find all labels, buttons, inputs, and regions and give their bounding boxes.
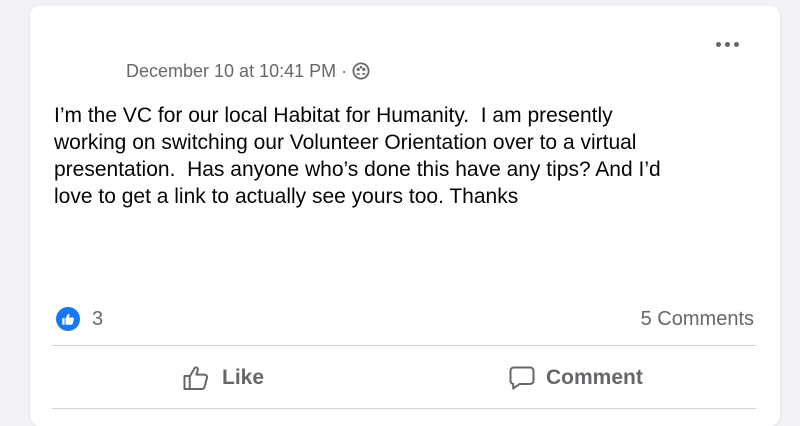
action-bar-divider-bottom: [52, 408, 756, 409]
reactions-summary[interactable]: 3: [56, 306, 103, 332]
post-timestamp[interactable]: December 10 at 10:41 PM: [126, 61, 336, 82]
post-meta: December 10 at 10:41 PM ·: [126, 59, 370, 83]
like-button[interactable]: Like: [182, 358, 264, 398]
post-card: December 10 at 10:41 PM · I’m the VC for…: [30, 6, 780, 426]
more-options-icon: [715, 41, 721, 47]
comment-button-label: Comment: [546, 366, 643, 389]
comments-count-link[interactable]: 5 Comments: [641, 306, 754, 332]
more-options-icon-dot: [733, 41, 739, 47]
reaction-count: 3: [92, 307, 104, 330]
meta-separator: ·: [341, 60, 348, 81]
group-privacy-icon[interactable]: [352, 62, 370, 80]
comment-button[interactable]: Comment: [508, 358, 643, 398]
like-reaction-icon: [56, 307, 80, 331]
more-options-icon-dot: [724, 41, 730, 47]
more-options-button[interactable]: [712, 36, 742, 52]
like-button-label: Like: [222, 366, 265, 389]
thumbs-up-icon: [182, 364, 212, 392]
action-bar-divider-top: [52, 345, 756, 346]
comment-bubble-icon: [508, 364, 536, 392]
post-body-text: I’m the VC for our local Habitat for Hum…: [54, 104, 661, 208]
